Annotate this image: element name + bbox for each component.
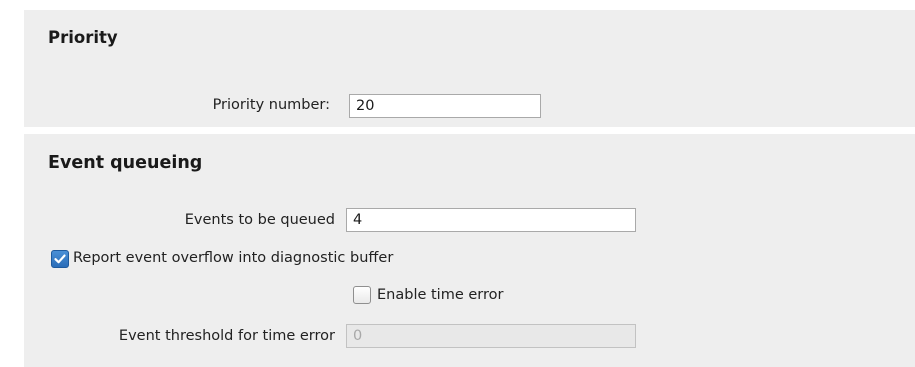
- events-to-be-queued-label: Events to be queued: [184, 212, 335, 228]
- event-queueing-section-title: Event queueing: [48, 153, 203, 173]
- priority-number-input[interactable]: 20: [349, 94, 541, 118]
- checkmark-icon: [54, 254, 66, 264]
- events-to-be-queued-input[interactable]: 4: [346, 208, 636, 232]
- event-threshold-input: 0: [346, 324, 636, 348]
- event-threshold-label: Event threshold for time error: [118, 328, 335, 344]
- report-overflow-checkbox[interactable]: [51, 250, 69, 268]
- report-overflow-label[interactable]: Report event overflow into diagnostic bu…: [73, 250, 393, 266]
- event-queueing-section: Event queueing Events to be queued 4 Rep…: [24, 134, 915, 367]
- enable-time-error-checkbox[interactable]: [353, 286, 371, 304]
- priority-number-label: Priority number:: [212, 97, 330, 113]
- priority-section: Priority Priority number: 20: [24, 10, 915, 127]
- priority-section-title: Priority: [48, 28, 118, 47]
- enable-time-error-label[interactable]: Enable time error: [377, 287, 503, 303]
